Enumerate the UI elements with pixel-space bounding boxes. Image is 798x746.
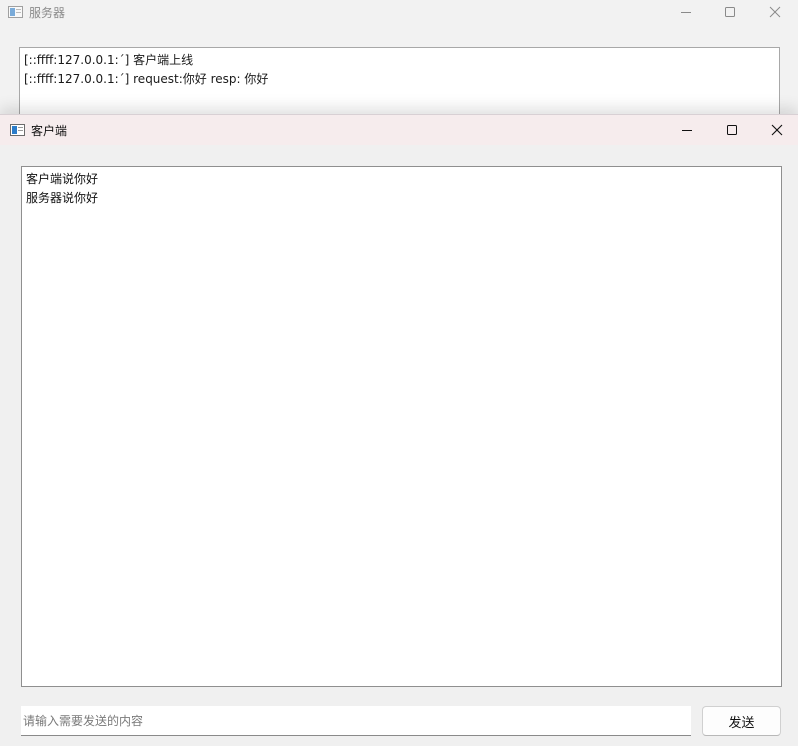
client-minimize-button[interactable] <box>672 118 702 142</box>
server-log-view[interactable]: [::ffff:127.0.0.1:´] 客户端上线 [::ffff:127.0… <box>19 47 780 119</box>
send-button[interactable]: 发送 <box>702 706 781 736</box>
log-line: [::ffff:127.0.0.1:´] 客户端上线 <box>24 53 194 67</box>
log-line: [::ffff:127.0.0.1:´] request:你好 resp: 你好 <box>24 72 269 86</box>
maximize-icon <box>725 7 735 17</box>
minimize-icon <box>681 12 691 13</box>
maximize-icon <box>727 125 737 135</box>
chat-message: 服务器说你好 <box>26 191 99 205</box>
server-window-title: 服务器 <box>29 6 66 20</box>
server-maximize-button[interactable] <box>715 0 745 24</box>
client-window-title: 客户端 <box>31 124 68 138</box>
app-window-icon <box>8 6 23 18</box>
chat-message-view[interactable]: 客户端说你好 服务器说你好 <box>21 166 782 687</box>
close-icon <box>769 6 781 18</box>
client-close-button[interactable] <box>762 118 792 142</box>
app-window-icon <box>10 124 25 136</box>
server-close-button[interactable] <box>760 0 790 24</box>
message-input[interactable] <box>21 706 691 736</box>
close-icon <box>771 124 783 136</box>
client-window: 客户端 客户端说你好 服务器说你好 发送 <box>0 114 798 746</box>
client-titlebar[interactable]: 客户端 <box>0 115 798 145</box>
server-titlebar[interactable]: 服务器 <box>0 0 798 26</box>
server-minimize-button[interactable] <box>671 0 701 24</box>
client-maximize-button[interactable] <box>717 118 747 142</box>
chat-message: 客户端说你好 <box>26 172 99 186</box>
minimize-icon <box>682 130 692 131</box>
